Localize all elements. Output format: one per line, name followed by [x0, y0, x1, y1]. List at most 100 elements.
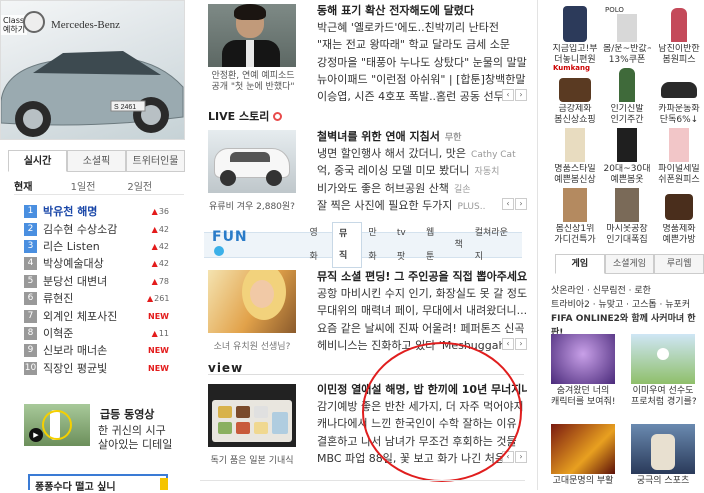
- product-image[interactable]: [551, 124, 599, 164]
- video-thumbnail[interactable]: ▶: [24, 404, 90, 446]
- product-label[interactable]: 20대~30대 예쁜봄옷: [603, 164, 651, 186]
- rank-item[interactable]: 1 박유천 해명 ▲36: [24, 203, 169, 220]
- rank-item[interactable]: 8 이혁준 ▲11: [24, 325, 169, 342]
- tab-tvpot[interactable]: tv팟: [391, 221, 420, 269]
- tab-book[interactable]: 책: [448, 233, 468, 257]
- photo-caption[interactable]: 소녀 유치원 선생님?: [208, 342, 296, 353]
- product-label[interactable]: 마시옷공장 인기대폭집: [603, 224, 651, 246]
- product-item[interactable]: 명품스타일 예쁜봄신상: [551, 124, 599, 186]
- game-item[interactable]: 이미우여 선수도 프로처럼 경기를?: [631, 334, 697, 408]
- product-label[interactable]: 봄신상1위 가디건특가: [551, 224, 599, 246]
- section-title[interactable]: LIVE 스토리: [208, 108, 283, 124]
- headline[interactable]: 냉면 할인행사 해서 갔더니, 맛은 Cathy Cat: [317, 145, 527, 162]
- game-image[interactable]: [551, 424, 615, 474]
- video-desc[interactable]: 살아있는 디테일: [98, 436, 172, 452]
- product-image[interactable]: Kumkang: [551, 64, 599, 104]
- product-item[interactable]: Kumkang 금강제화 봄신상쇼핑: [551, 64, 599, 126]
- headline[interactable]: 강정마을 "태풍아 누나도 상탔다" 눈물의 말말말: [317, 54, 527, 71]
- headline[interactable]: 공항 마비시킨 수지 인기, 화장실도 못 갈 정도: [317, 285, 527, 302]
- car-photo[interactable]: [208, 130, 296, 193]
- product-item[interactable]: 남친이반한 봄원피스: [655, 4, 703, 66]
- next-icon[interactable]: ›: [515, 337, 527, 350]
- product-image[interactable]: [551, 4, 599, 44]
- product-image[interactable]: [655, 4, 703, 44]
- product-label[interactable]: 명품스타일 예쁜봄신상: [551, 164, 599, 186]
- rank-item[interactable]: 9 신보라 매너손 NEW: [24, 342, 169, 359]
- photo-caption[interactable]: 독기 품은 일본 기내식: [208, 456, 296, 467]
- product-label[interactable]: 봄/운~반값~ 13%쿠폰: [603, 44, 651, 66]
- headline[interactable]: 동해 표기 확산 전자해도에 달렸다: [317, 2, 527, 19]
- product-image[interactable]: [655, 184, 703, 224]
- subtab-now[interactable]: 현재: [14, 178, 71, 193]
- product-item[interactable]: 20대~30대 예쁜봄옷: [603, 124, 651, 186]
- game-image[interactable]: [551, 334, 615, 384]
- game-link-row[interactable]: 트라비아2 · 뉴맞고 · 고스톱 · 뉴포커: [551, 298, 704, 312]
- trending-video[interactable]: ▶ 급등 동영상 한 귀신의 시구 살아있는 디테일: [24, 404, 184, 452]
- rank-item[interactable]: 5 분당선 대변녀 ▲78: [24, 273, 169, 290]
- prev-icon[interactable]: ‹: [502, 88, 514, 101]
- product-label[interactable]: 파이널세일 쉬폰원피스: [655, 164, 703, 186]
- product-item[interactable]: 봄신상1위 가디건특가: [551, 184, 599, 246]
- game-item[interactable]: 궁극의 스포츠: [631, 424, 695, 487]
- product-image[interactable]: [655, 64, 703, 104]
- product-label[interactable]: 금강제화 봄신상쇼핑: [551, 104, 599, 126]
- rank-title[interactable]: 류현진: [43, 290, 147, 307]
- rank-title[interactable]: 이혁준: [43, 325, 147, 342]
- tab-twitter-people[interactable]: 트위터인물: [126, 150, 185, 172]
- video-title[interactable]: 급등 동영상: [100, 406, 154, 422]
- product-label[interactable]: 명품제화 예쁜가방: [655, 224, 703, 246]
- mercedes-ad-banner[interactable]: Class 예하기 Mercedes-Benz S 2461: [0, 0, 185, 140]
- product-item[interactable]: 카파운동화 단독6%↓: [655, 64, 703, 126]
- tab-webtoon[interactable]: 웹툰: [420, 221, 448, 269]
- next-icon[interactable]: ›: [515, 88, 527, 101]
- rank-item[interactable]: 4 박상예술대상 ▲42: [24, 255, 169, 272]
- product-label[interactable]: 카파운동화 단독6%↓: [655, 104, 703, 126]
- next-icon[interactable]: ›: [515, 450, 527, 463]
- product-item[interactable]: 지금입고!부 더놓니편원: [551, 4, 599, 66]
- product-image[interactable]: [603, 64, 651, 104]
- product-label[interactable]: 남친이반한 봄원피스: [655, 44, 703, 66]
- rank-title[interactable]: 박상예술대상: [43, 255, 147, 272]
- headline[interactable]: 요즘 같은 날씨에 진짜 어울려! 페퍼톤즈 신곡: [317, 320, 527, 337]
- rank-item[interactable]: 3 리슨 Listen ▲42: [24, 238, 169, 255]
- rank-item[interactable]: 2 김수현 수상소감 ▲42: [24, 220, 169, 237]
- rank-title[interactable]: 신보라 매너손: [43, 342, 147, 359]
- tab-social-game[interactable]: 소셜게임: [604, 254, 655, 274]
- tab-game[interactable]: 게임: [555, 254, 605, 274]
- headline[interactable]: 박근혜 '옐로카드'에도..친박끼리 난타전: [317, 19, 527, 36]
- tab-culture[interactable]: 컬쳐라운지: [469, 221, 522, 269]
- product-image[interactable]: [603, 184, 651, 224]
- product-image[interactable]: [551, 184, 599, 224]
- game-label[interactable]: 숨겨왔던 너의 캐릭터를 보여줘!: [551, 386, 615, 408]
- tab-ruliweb[interactable]: 루리웹: [654, 254, 704, 274]
- rank-title[interactable]: 외계인 체포사진: [43, 308, 147, 325]
- rank-item[interactable]: 6 류현진 ▲261: [24, 290, 169, 307]
- product-label[interactable]: 지금입고!부 더놓니편원: [551, 44, 599, 66]
- headline[interactable]: 잘 찍은 사진에 필요한 두가지 PLUS.. ‹ ›: [317, 197, 527, 214]
- view-section-title[interactable]: view: [208, 361, 243, 375]
- product-item[interactable]: 마시옷공장 인기대폭집: [603, 184, 651, 246]
- headline[interactable]: 무대위의 매력녀 페이, 무대에서 내려왔더니...: [317, 302, 527, 319]
- man-photo[interactable]: [208, 4, 296, 67]
- search-box[interactable]: 퐁퐁수다 떨고 싶니: [28, 474, 168, 493]
- product-item[interactable]: POLO 봄/운~반값~ 13%쿠폰: [603, 4, 651, 66]
- game-item[interactable]: 고대문명의 부활: [551, 424, 615, 487]
- product-item[interactable]: 파이널세일 쉬폰원피스: [655, 124, 703, 186]
- rank-title[interactable]: 김수현 수상소감: [43, 221, 147, 238]
- game-label[interactable]: 고대문명의 부활: [551, 476, 615, 487]
- tab-socialpick[interactable]: 소셜픽: [67, 150, 126, 172]
- headline[interactable]: 이승엽, 시즌 4호포 폭발..홈런 공동 선두 ‹ ›: [317, 88, 527, 105]
- game-label[interactable]: 이미우여 선수도 프로처럼 경기를?: [631, 386, 697, 408]
- product-item[interactable]: 인기신발 인기주간: [603, 64, 651, 126]
- tab-music[interactable]: 뮤직: [331, 222, 363, 268]
- photo-news-1[interactable]: 안정환, 연예 예피소드 공개 "첫 눈에 반했다": [208, 4, 298, 98]
- headline[interactable]: 뉴아이패드 "이런점 아쉬워" | [합툰]창백한말: [317, 71, 527, 88]
- game-item[interactable]: 숨겨왔던 너의 캐릭터를 보여줘!: [551, 334, 615, 408]
- next-icon[interactable]: ›: [515, 197, 527, 210]
- game-link-row[interactable]: 삿온라인 · 신무림전 · 로한: [551, 284, 704, 298]
- subtab-1day[interactable]: 1일전: [71, 178, 128, 193]
- tab-comic[interactable]: 만화: [362, 221, 390, 269]
- game-label[interactable]: 궁극의 스포츠: [631, 476, 695, 487]
- headline[interactable]: 억, 중국 레이싱 모델 미모 봤더니 자동치: [317, 162, 527, 179]
- product-item[interactable]: 명품제화 예쁜가방: [655, 184, 703, 246]
